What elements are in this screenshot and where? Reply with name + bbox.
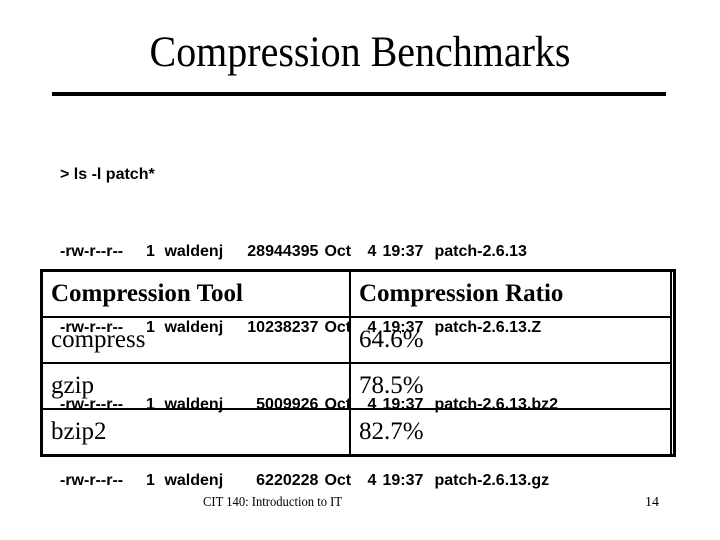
- cell-tool: bzip2: [41, 408, 351, 456]
- table-row: compress 64.6%: [41, 316, 672, 364]
- cell-ratio: 64.6%: [349, 316, 672, 364]
- file-month: Oct: [324, 472, 352, 489]
- table-header-row: Compression Tool Compression Ratio: [41, 270, 672, 318]
- cell-tool: compress: [41, 316, 351, 364]
- file-time: 19:37: [382, 242, 424, 260]
- table-row: gzip 78.5%: [41, 362, 672, 410]
- table-row: bzip2 82.7%: [41, 408, 672, 456]
- page-number: 14: [645, 495, 659, 510]
- file-perms: -rw-r--r--: [60, 472, 124, 489]
- file-size: 6220228: [256, 472, 319, 489]
- file-time: 19:37: [382, 472, 424, 489]
- file-links: 1: [146, 242, 155, 260]
- file-name: patch-2.6.13: [434, 242, 527, 260]
- file-owner: waldenj: [164, 472, 224, 489]
- header-tool: Compression Tool: [41, 270, 351, 318]
- listing-row: -rw-r--r-- 1 waldenj 6220228 Oct 4 19:37 patch…: [60, 468, 558, 494]
- header-ratio: Compression Ratio: [349, 270, 672, 318]
- cell-ratio: 82.7%: [349, 408, 672, 456]
- cell-tool: gzip: [41, 362, 351, 410]
- file-day: 4: [367, 242, 377, 260]
- command-line: > ls -l patch*: [60, 166, 155, 183]
- slide-title: Compression Benchmarks: [149, 29, 571, 76]
- file-day: 4: [367, 472, 377, 489]
- file-owner: waldenj: [164, 242, 224, 260]
- file-month: Oct: [324, 242, 352, 260]
- title-divider: [52, 92, 666, 96]
- compression-table: Compression Tool Compression Ratio compr…: [41, 270, 672, 456]
- file-perms: -rw-r--r--: [60, 242, 124, 260]
- listing-row: -rw-r--r-- 1 waldenj 28944395 Oct 4 19:37 patc…: [60, 239, 558, 265]
- cell-ratio: 78.5%: [349, 362, 672, 410]
- file-name: patch-2.6.13.gz: [434, 472, 550, 489]
- footer-course: CIT 140: Introduction to IT: [203, 495, 343, 510]
- file-links: 1: [146, 472, 155, 489]
- file-size: 28944395: [247, 242, 319, 260]
